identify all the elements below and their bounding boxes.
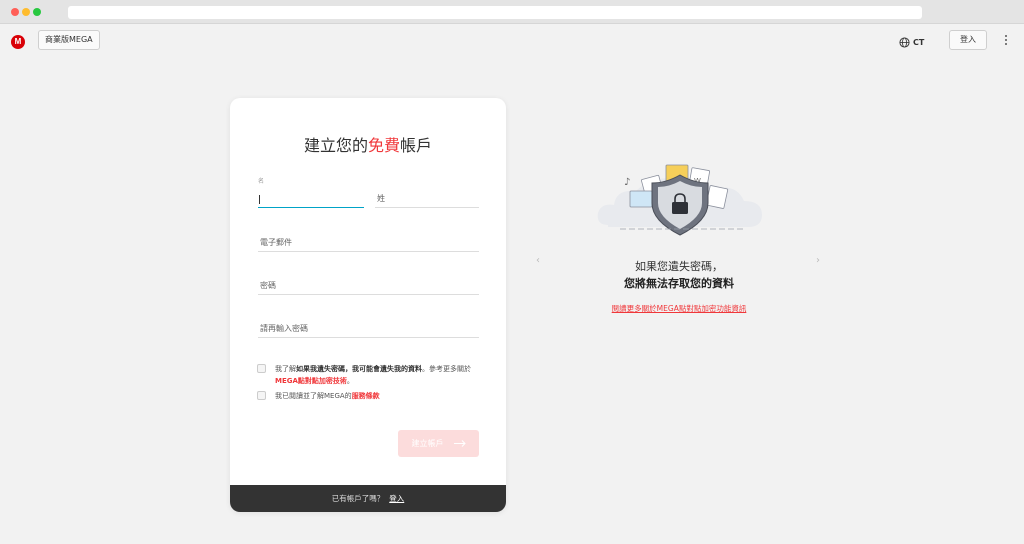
footer-login-link[interactable]: 登入 — [389, 493, 404, 504]
info-line-2: 您將無法存取您的資料 — [624, 277, 734, 290]
title-highlight: 免費 — [367, 136, 400, 155]
email-input[interactable] — [258, 238, 479, 252]
confirm-password-input[interactable] — [258, 324, 479, 338]
address-bar[interactable] — [68, 6, 922, 19]
create-account-label: 建立帳戶 — [411, 439, 444, 448]
info-line-1: 如果您遺失密碼， — [635, 260, 723, 273]
password-loss-checkbox[interactable] — [257, 364, 266, 373]
first-name-field: 名 — [258, 176, 364, 208]
password-loss-text: 我了解如果我遺失密碼，我可能會遺失我的資料。參考更多關於MEGA點對點加密技術。 — [275, 365, 471, 385]
email-field — [258, 228, 479, 252]
terms-text: 我已閱讀並了解MEGA的服務條款 — [275, 392, 380, 400]
first-name-label: 名 — [258, 178, 265, 185]
window-close-dot[interactable] — [11, 8, 19, 16]
terms-of-service-link[interactable]: 服務條款 — [352, 392, 380, 400]
signup-card: 建立您的免費帳戶 名 我了解如果我遺失密碼，我可能會遺失我的資料。參考更多關於M… — [230, 98, 506, 512]
confirm-password-field — [258, 314, 479, 338]
card-footer: 已有帳戶了嗎？ 登入 — [230, 485, 506, 512]
page-title: 建立您的免費帳戶 — [303, 136, 433, 155]
svg-text:♪: ♪ — [624, 177, 630, 188]
encryption-info-link[interactable]: 閱讀更多關於MEGA點對點加密功能資訊 — [540, 303, 818, 314]
create-account-button[interactable]: 建立帳戶 — [398, 430, 479, 457]
globe-icon — [899, 36, 910, 48]
terms-row-2: 我已閱讀並了解MEGA的服務條款 — [257, 390, 477, 402]
have-account-text: 已有帳戶了嗎？ — [331, 494, 385, 503]
first-name-input[interactable] — [258, 194, 364, 208]
browser-chrome — [0, 0, 1024, 24]
window-maximize-dot[interactable] — [33, 8, 41, 16]
terms-checkbox[interactable] — [257, 391, 266, 400]
password-field — [258, 271, 479, 295]
password-input[interactable] — [258, 281, 479, 295]
terms-row-1: 我了解如果我遺失密碼，我可能會遺失我的資料。參考更多關於MEGA點對點加密技術。 — [257, 363, 477, 387]
security-shield-illustration: W ♪ — [597, 164, 762, 236]
more-vertical-icon[interactable] — [1002, 34, 1010, 48]
arrow-right-icon — [453, 440, 466, 447]
last-name-input[interactable] — [375, 194, 479, 208]
login-button[interactable]: 登入 — [949, 30, 987, 50]
language-code: CT — [913, 37, 925, 47]
window-minimize-dot[interactable] — [22, 8, 30, 16]
mega-logo[interactable]: M — [11, 35, 25, 49]
text-cursor — [259, 195, 260, 204]
top-bar: M 商業版MEGA CT 登入 — [0, 24, 1024, 60]
language-selector[interactable]: CT — [899, 35, 924, 49]
business-mega-button[interactable]: 商業版MEGA — [38, 30, 100, 50]
last-name-field — [375, 176, 479, 208]
encryption-link[interactable]: MEGA點對點加密技術 — [275, 377, 347, 385]
